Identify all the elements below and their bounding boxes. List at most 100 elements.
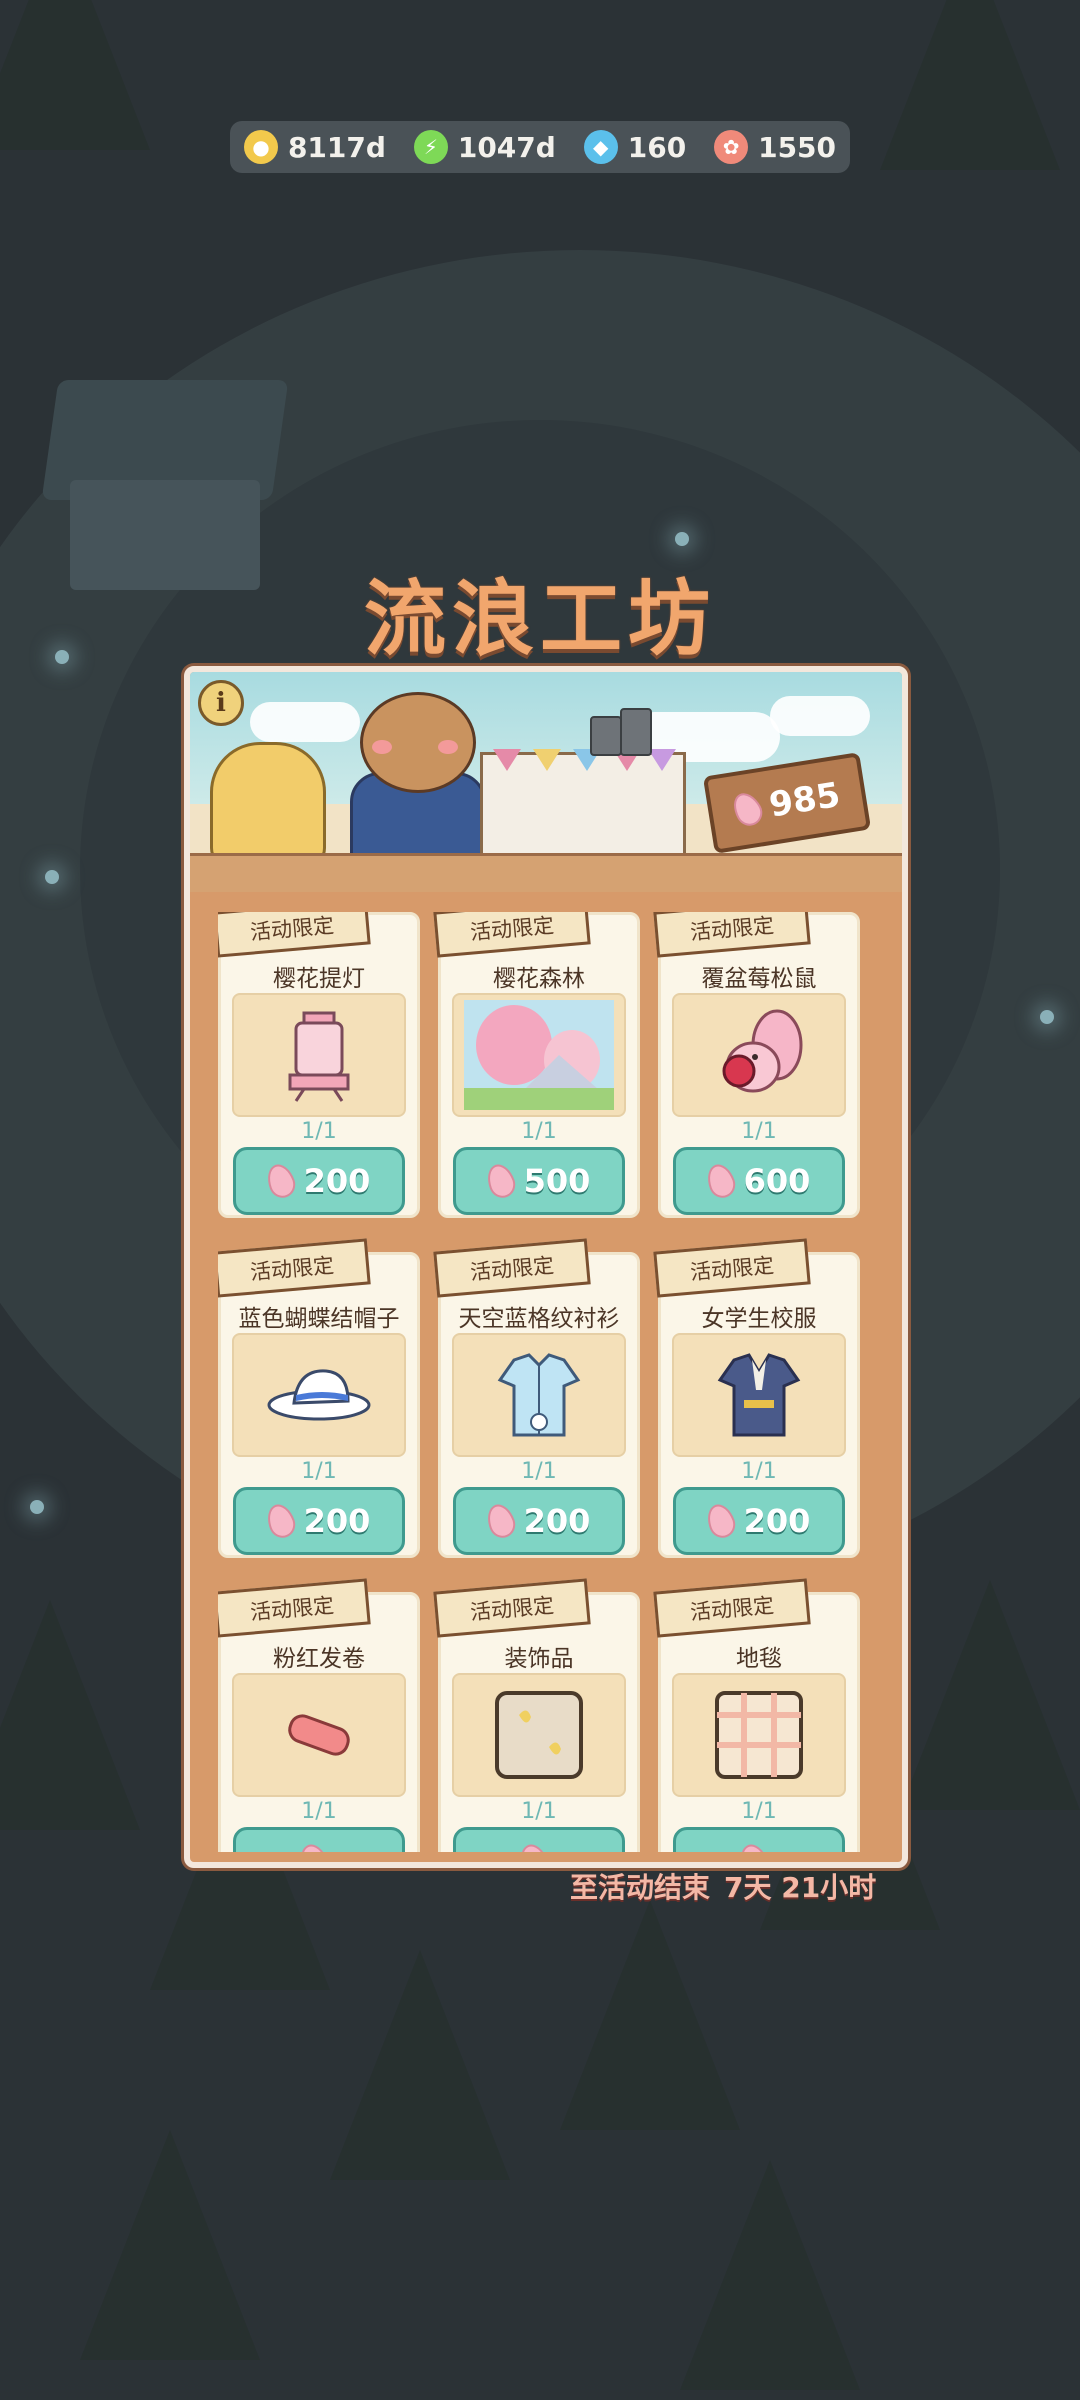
resource-value: 160 [627, 130, 687, 164]
item-name: 装饰品 [504, 1646, 574, 1672]
info-button[interactable]: i [198, 680, 244, 726]
stock-count: 1/1 [741, 1799, 777, 1824]
shop-item-card[interactable]: 樱花提灯 1/1 200 活动限定 [218, 912, 420, 1218]
item-name: 地毯 [736, 1646, 782, 1672]
resource-value: 8117d [287, 130, 386, 164]
countdown-label: 至活动结束 [570, 1871, 711, 1904]
shop-item-card[interactable]: 女学生校服 1/1 200 活动限定 [653, 1238, 860, 1558]
buy-button[interactable]: 200 [453, 1487, 625, 1555]
page-title: 流浪工坊 [363, 572, 716, 667]
event-countdown: 至活动结束 7天 21小时 [570, 1866, 876, 1906]
tree [880, 0, 1060, 170]
bunting-flag [493, 749, 521, 771]
shop-item-card[interactable]: 装饰品 1/1 活动限定 [433, 1578, 640, 1852]
rug-icon [672, 1673, 846, 1797]
candy-icon: ✿ [714, 130, 749, 164]
lamp-glow [1040, 1010, 1054, 1024]
stock-count: 1/1 [741, 1459, 777, 1484]
workshop-banner: 985 i [190, 672, 902, 892]
resource-candy[interactable]: ✿ 1550 [714, 130, 836, 164]
stock-count: 1/1 [301, 1459, 337, 1484]
limited-tag: 活动限定 [653, 912, 811, 958]
buy-button[interactable] [233, 1827, 405, 1852]
hat-icon [232, 1333, 406, 1457]
petal-icon [702, 1500, 739, 1542]
stock-count: 1/1 [521, 1119, 557, 1144]
item-name: 覆盆莓松鼠 [701, 966, 817, 992]
paint-cans [590, 708, 680, 756]
uniform-icon [672, 1333, 846, 1457]
item-name: 女学生校服 [701, 1306, 817, 1332]
stock-count: 1/1 [521, 1459, 557, 1484]
dog-character [210, 742, 326, 868]
paint-can [620, 708, 652, 756]
bear-cheek [438, 740, 458, 754]
curler-icon [232, 1673, 406, 1797]
item-name: 樱花提灯 [273, 966, 365, 992]
tree [900, 1580, 1080, 1810]
price-label: 500 [523, 1162, 591, 1200]
price-label: 600 [743, 1162, 811, 1200]
lamp-glow [30, 1500, 44, 1514]
shop-item-card[interactable]: 天空蓝格纹衬衫 1/1 200 活动限定 [433, 1238, 640, 1558]
petal-icon [482, 1160, 519, 1202]
shop-item-card[interactable]: 地毯 1/1 活动限定 [653, 1578, 860, 1852]
tree [80, 2130, 260, 2360]
resource-gem[interactable]: ◆ 160 [583, 130, 687, 164]
countdown-time: 7天 21小时 [724, 1871, 877, 1904]
shop-item-card[interactable]: 粉红发卷 1/1 活动限定 [218, 1578, 420, 1852]
buy-button[interactable]: 200 [673, 1487, 845, 1555]
paint-can [590, 716, 622, 756]
limited-tag: 活动限定 [653, 1238, 811, 1298]
petal-icon [702, 1160, 739, 1202]
tree [330, 1950, 510, 2180]
buy-button[interactable] [453, 1827, 625, 1852]
buy-button[interactable] [673, 1827, 845, 1852]
limited-tag: 活动限定 [218, 1578, 371, 1638]
item-name: 粉红发卷 [273, 1646, 365, 1672]
bear-cheek [372, 740, 392, 754]
petal-icon [262, 1500, 299, 1542]
petal-icon [735, 1840, 773, 1852]
shop-item-card[interactable]: 蓝色蝴蝶结帽子 1/1 200 活动限定 [218, 1238, 420, 1558]
buy-button[interactable]: 200 [233, 1487, 405, 1555]
banner-ground [190, 853, 902, 892]
resource-value: 1047d [457, 130, 556, 164]
limited-tag: 活动限定 [653, 1578, 811, 1638]
squirrel-icon [672, 993, 846, 1117]
limited-tag: 活动限定 [433, 912, 591, 958]
forest-icon [452, 993, 626, 1117]
coin-icon: ● [243, 130, 278, 164]
shop-item-card[interactable]: 樱花森林 1/1 500 活动限定 [433, 912, 640, 1218]
limited-tag: 活动限定 [433, 1578, 591, 1638]
limited-tag: 活动限定 [433, 1238, 591, 1298]
item-name: 蓝色蝴蝶结帽子 [238, 1306, 400, 1332]
petal-icon [515, 1840, 553, 1852]
petal-icon [262, 1160, 299, 1202]
resource-energy[interactable]: ⚡ 1047d [413, 130, 556, 164]
price-label: 200 [303, 1162, 371, 1200]
resource-bar: ● 8117d ⚡ 1047d ◆ 160 ✿ 1550 [230, 121, 850, 173]
tree [0, 0, 150, 150]
lamp-glow [675, 532, 689, 546]
buy-button[interactable]: 500 [453, 1147, 625, 1215]
ornament-icon [452, 1673, 626, 1797]
tree [680, 2160, 860, 2390]
buy-button[interactable]: 600 [673, 1147, 845, 1215]
stock-count: 1/1 [301, 1119, 337, 1144]
stock-count: 1/1 [301, 1799, 337, 1824]
item-name: 樱花森林 [493, 966, 585, 992]
price-label: 200 [303, 1502, 371, 1540]
gem-icon: ◆ [583, 130, 618, 164]
resource-value: 1550 [758, 130, 837, 164]
petal-icon [295, 1840, 333, 1852]
limited-tag: 活动限定 [218, 912, 371, 958]
tree [0, 1600, 140, 1830]
buy-button[interactable]: 200 [233, 1147, 405, 1215]
limited-tag: 活动限定 [218, 1238, 371, 1298]
resource-coin[interactable]: ● 8117d [243, 130, 386, 164]
stock-count: 1/1 [741, 1119, 777, 1144]
shirt-icon [452, 1333, 626, 1457]
shop-item-card[interactable]: 覆盆莓松鼠 1/1 600 活动限定 [653, 912, 860, 1218]
stock-count: 1/1 [521, 1799, 557, 1824]
